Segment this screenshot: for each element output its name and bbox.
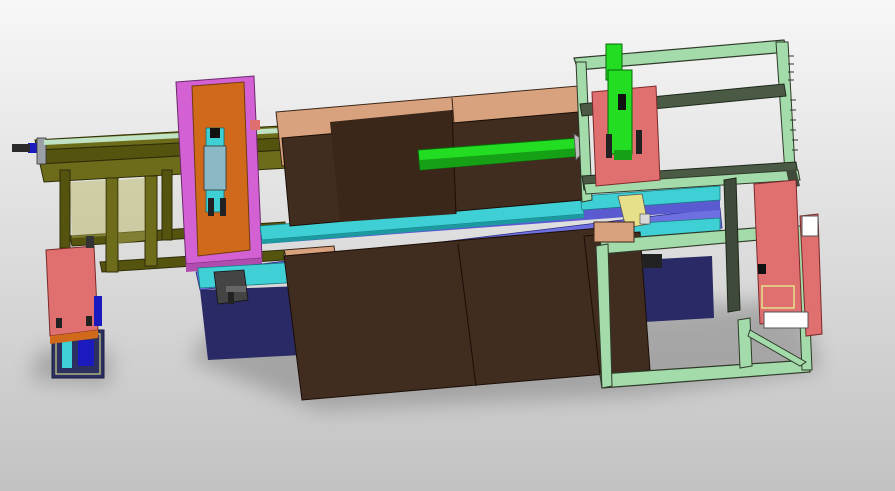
left-frame-leg — [161, 169, 173, 241]
magenta-plate-assembly — [175, 75, 263, 272]
cad-viewport — [0, 0, 895, 491]
left-frame-leg — [105, 177, 119, 273]
left-frame-leg — [144, 175, 158, 267]
rf-post — [737, 317, 753, 369]
lower-table-body — [283, 227, 607, 401]
lower-table — [283, 227, 651, 401]
left-frame-leg — [59, 169, 71, 249]
center-brackets — [213, 269, 249, 305]
conveyor-dark-base — [200, 286, 302, 360]
assembly-scene — [0, 0, 895, 491]
rs-salmon-plate — [753, 179, 803, 325]
